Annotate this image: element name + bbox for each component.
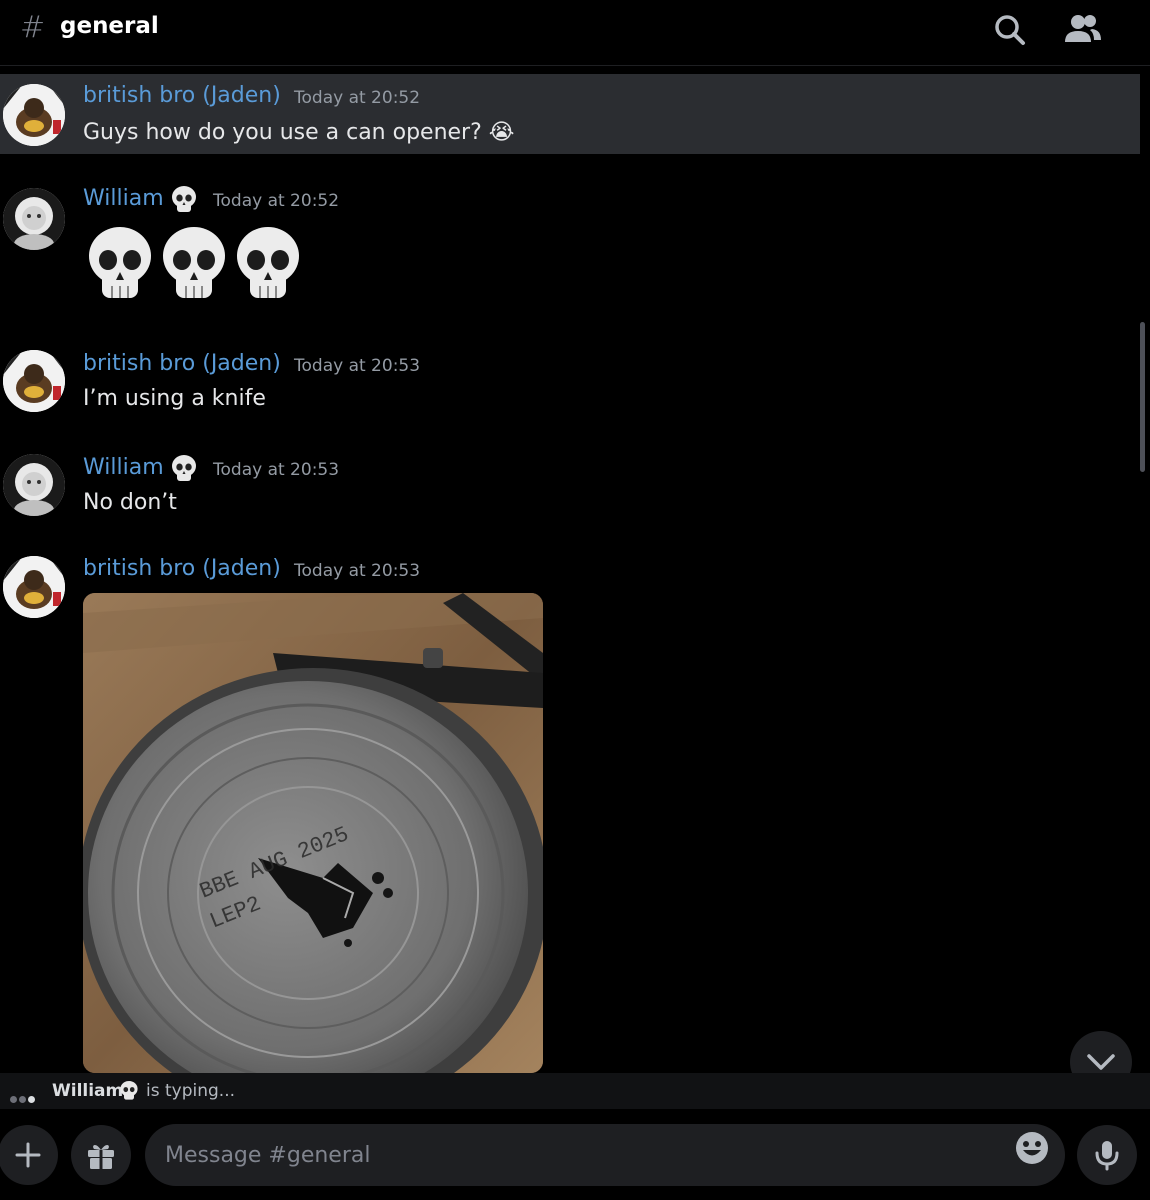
microphone-icon bbox=[1095, 1141, 1119, 1171]
gift-button[interactable] bbox=[71, 1125, 131, 1185]
skull-emoji-jumbo bbox=[89, 227, 299, 298]
gift-icon bbox=[88, 1144, 114, 1169]
skull-icon bbox=[172, 186, 196, 212]
scrollbar[interactable] bbox=[1140, 322, 1145, 472]
typing-indicator: William is typing... bbox=[0, 1073, 1150, 1109]
message-input[interactable] bbox=[145, 1124, 1065, 1186]
message-author[interactable]: british bro (Jaden) bbox=[83, 83, 281, 108]
channel-header: # general bbox=[0, 0, 1150, 66]
add-attachment-button[interactable] bbox=[0, 1125, 58, 1185]
plus-icon bbox=[15, 1142, 41, 1168]
typing-label: is typing... bbox=[146, 1081, 236, 1101]
message-item[interactable]: british bro (Jaden) Today at 20:52 Guys … bbox=[0, 74, 1140, 154]
typing-user: William bbox=[52, 1081, 124, 1101]
message-timestamp: Today at 20:53 bbox=[294, 561, 421, 581]
image-attachment[interactable]: BBE AUG 2025 LEP2 bbox=[83, 593, 543, 1073]
message-text: No don’t bbox=[83, 490, 177, 515]
message-author[interactable]: William bbox=[83, 455, 164, 480]
message-timestamp: Today at 20:52 bbox=[213, 191, 340, 211]
message-timestamp: Today at 20:52 bbox=[294, 88, 421, 108]
channel-title: general bbox=[60, 13, 159, 39]
typing-dots-icon bbox=[10, 1088, 37, 1107]
message-timestamp: Today at 20:53 bbox=[213, 460, 340, 480]
message-item[interactable]: William Today at 20:53 No don’t bbox=[0, 440, 1140, 524]
avatar[interactable] bbox=[3, 84, 65, 146]
search-icon[interactable] bbox=[990, 10, 1030, 50]
skull-icon bbox=[172, 455, 196, 481]
jumbo-emoji-row bbox=[88, 226, 303, 306]
skull-icon bbox=[120, 1081, 138, 1100]
avatar[interactable] bbox=[3, 188, 65, 250]
channel-hash-icon: # bbox=[20, 10, 46, 45]
chevron-down-icon bbox=[1087, 1054, 1115, 1070]
message-composer bbox=[0, 1109, 1150, 1200]
message-text: I’m using a knife bbox=[83, 386, 266, 411]
message-item[interactable]: William Today at 20:52 bbox=[0, 170, 1140, 320]
members-icon[interactable] bbox=[1063, 10, 1103, 50]
emoji-picker-icon[interactable] bbox=[1014, 1130, 1050, 1166]
avatar[interactable] bbox=[3, 454, 65, 516]
message-author[interactable]: William bbox=[83, 186, 164, 211]
voice-message-button[interactable] bbox=[1077, 1125, 1137, 1185]
message-text: Guys how do you use a can opener? 😭 bbox=[83, 120, 515, 145]
avatar[interactable] bbox=[3, 556, 65, 618]
message-author[interactable]: british bro (Jaden) bbox=[83, 351, 281, 376]
avatar[interactable] bbox=[3, 350, 65, 412]
message-author[interactable]: british bro (Jaden) bbox=[83, 556, 281, 581]
message-timestamp: Today at 20:53 bbox=[294, 356, 421, 376]
message-item[interactable]: british bro (Jaden) Today at 20:53 I’m u… bbox=[0, 336, 1140, 420]
